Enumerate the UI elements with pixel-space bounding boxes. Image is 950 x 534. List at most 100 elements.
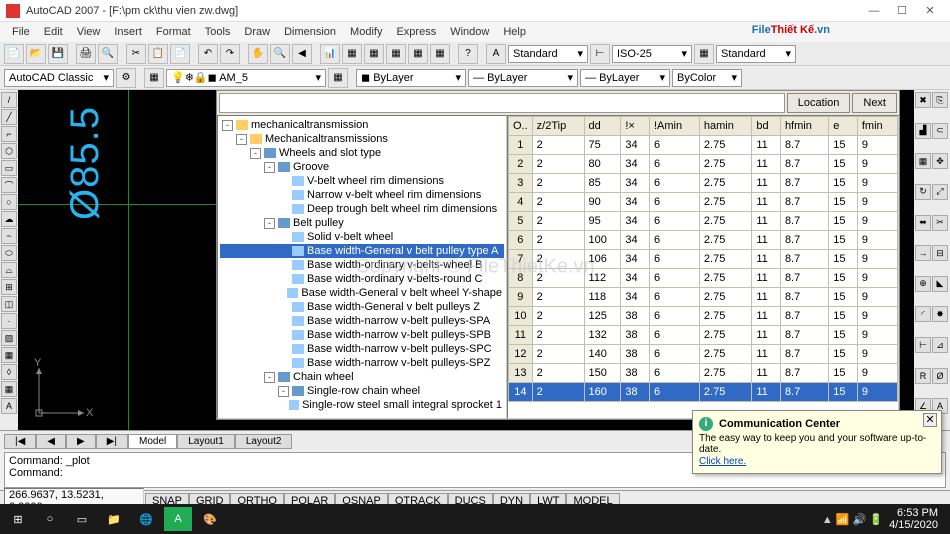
column-header[interactable]: !× (621, 117, 650, 136)
cell[interactable]: 38 (621, 307, 650, 326)
row-header[interactable]: 6 (509, 231, 533, 250)
menu-help[interactable]: Help (497, 24, 532, 40)
row-header[interactable]: 10 (509, 307, 533, 326)
tree-expand-icon[interactable]: - (222, 120, 233, 131)
cell[interactable]: 6 (649, 193, 699, 212)
redo-button[interactable]: ↷ (220, 44, 240, 64)
row-header[interactable]: 5 (509, 212, 533, 231)
cell[interactable]: 8.7 (780, 269, 828, 288)
save-button[interactable]: 💾 (48, 44, 68, 64)
tree-item[interactable]: Deep trough belt wheel rim dimensions (220, 202, 504, 216)
tree-item[interactable]: Base width-ordinary v-belts-wheel B (220, 258, 504, 272)
mirror-tool[interactable]: ▟ (915, 123, 931, 139)
menu-view[interactable]: View (71, 24, 107, 40)
cell[interactable]: 9 (857, 174, 897, 193)
tab-layout1[interactable]: Layout1 (177, 434, 235, 449)
paste-button[interactable]: 📄 (170, 44, 190, 64)
spline-tool[interactable]: ~ (1, 228, 17, 244)
zoom-button[interactable]: 🔍 (270, 44, 290, 64)
column-header[interactable]: bd (752, 117, 781, 136)
preview-button[interactable]: 🔍 (98, 44, 118, 64)
cell[interactable]: 15 (829, 155, 858, 174)
workspace-select[interactable]: AutoCAD Classic▾ (4, 69, 114, 87)
cell[interactable]: 38 (621, 326, 650, 345)
layer-prev-button[interactable]: ▦ (328, 68, 348, 88)
cell[interactable]: 6 (649, 383, 699, 402)
cell[interactable]: 85 (584, 174, 621, 193)
column-header[interactable]: hfmin (780, 117, 828, 136)
linetype-select[interactable]: — ByLayer▾ (468, 69, 578, 87)
table-row[interactable]: 1321503862.75118.7159 (509, 364, 898, 383)
cell[interactable]: 9 (857, 326, 897, 345)
table-row[interactable]: 1121323862.75118.7159 (509, 326, 898, 345)
cell[interactable]: 8.7 (780, 326, 828, 345)
layer-select[interactable]: 💡❄🔒◼ AM_5▾ (166, 69, 326, 87)
scale-tool[interactable]: ⤢ (932, 184, 948, 200)
cell[interactable]: 2 (532, 136, 584, 155)
cell[interactable]: 2 (532, 155, 584, 174)
row-header[interactable]: 3 (509, 174, 533, 193)
arc-tool[interactable]: ⌒ (1, 177, 17, 193)
tree-expand-icon[interactable]: - (250, 148, 261, 159)
cell[interactable]: 95 (584, 212, 621, 231)
textstyle-select[interactable]: Standard▾ (508, 45, 588, 63)
cell[interactable]: 2.75 (699, 155, 751, 174)
cell[interactable]: 2 (532, 231, 584, 250)
insert-tool[interactable]: ⊞ (1, 279, 17, 295)
rect-tool[interactable]: ▭ (1, 160, 17, 176)
cell[interactable]: 160 (584, 383, 621, 402)
dim-linear-tool[interactable]: ⊢ (915, 337, 931, 353)
pan-button[interactable]: ✋ (248, 44, 268, 64)
cell[interactable]: 11 (752, 136, 781, 155)
tablestyle-icon[interactable]: ▦ (694, 44, 714, 64)
cell[interactable]: 6 (649, 174, 699, 193)
zoom-prev-button[interactable]: ◀ (292, 44, 312, 64)
location-button[interactable]: Location (787, 93, 851, 113)
tree-item[interactable]: -Wheels and slot type (220, 146, 504, 160)
tab-nav-button[interactable]: ▶| (96, 434, 128, 449)
row-header[interactable]: 9 (509, 288, 533, 307)
trim-tool[interactable]: ✂ (932, 215, 948, 231)
cell[interactable]: 8.7 (780, 250, 828, 269)
table-row[interactable]: 621003462.75118.7159 (509, 231, 898, 250)
tab-layout2[interactable]: Layout2 (235, 434, 293, 449)
cell[interactable]: 9 (857, 364, 897, 383)
menu-file[interactable]: File (6, 24, 36, 40)
cell[interactable]: 11 (752, 307, 781, 326)
cell[interactable]: 9 (857, 212, 897, 231)
dimstyle-icon[interactable]: ⊢ (590, 44, 610, 64)
pline-tool[interactable]: ⌐ (1, 126, 17, 142)
dc-button[interactable]: ▦ (342, 44, 362, 64)
plotstyle-select[interactable]: ByColor▾ (672, 69, 742, 87)
cell[interactable]: 11 (752, 193, 781, 212)
cell[interactable]: 15 (829, 250, 858, 269)
table-row[interactable]: 1421603862.75118.7159 (509, 383, 898, 402)
tree-expand-icon[interactable]: - (278, 386, 289, 397)
cell[interactable]: 34 (621, 174, 650, 193)
cell[interactable]: 2.75 (699, 136, 751, 155)
cell[interactable]: 34 (621, 155, 650, 174)
cell[interactable]: 11 (752, 345, 781, 364)
cell[interactable]: 118 (584, 288, 621, 307)
cell[interactable]: 34 (621, 231, 650, 250)
cell[interactable]: 2 (532, 288, 584, 307)
cell[interactable]: 8.7 (780, 307, 828, 326)
model-viewport[interactable]: Ø85.5 X Y Location Next -mechanicaltrans… (18, 90, 914, 430)
cell[interactable]: 9 (857, 250, 897, 269)
cell[interactable]: 80 (584, 155, 621, 174)
copy-button[interactable]: 📋 (148, 44, 168, 64)
menu-modify[interactable]: Modify (344, 24, 388, 40)
column-header[interactable]: fmin (857, 117, 897, 136)
menu-window[interactable]: Window (444, 24, 495, 40)
polygon-tool[interactable]: ⬡ (1, 143, 17, 159)
cell[interactable]: 8.7 (780, 288, 828, 307)
copy-tool[interactable]: ⎘ (932, 92, 948, 108)
row-header[interactable]: 7 (509, 250, 533, 269)
tab-nav-button[interactable]: |◀ (4, 434, 36, 449)
taskview-button[interactable]: ▭ (68, 507, 96, 531)
cell[interactable]: 9 (857, 345, 897, 364)
cell[interactable]: 2 (532, 193, 584, 212)
cell[interactable]: 8.7 (780, 383, 828, 402)
tree-item[interactable]: -mechanicaltransmission (220, 118, 504, 132)
tree-expand-icon[interactable]: - (264, 372, 275, 383)
